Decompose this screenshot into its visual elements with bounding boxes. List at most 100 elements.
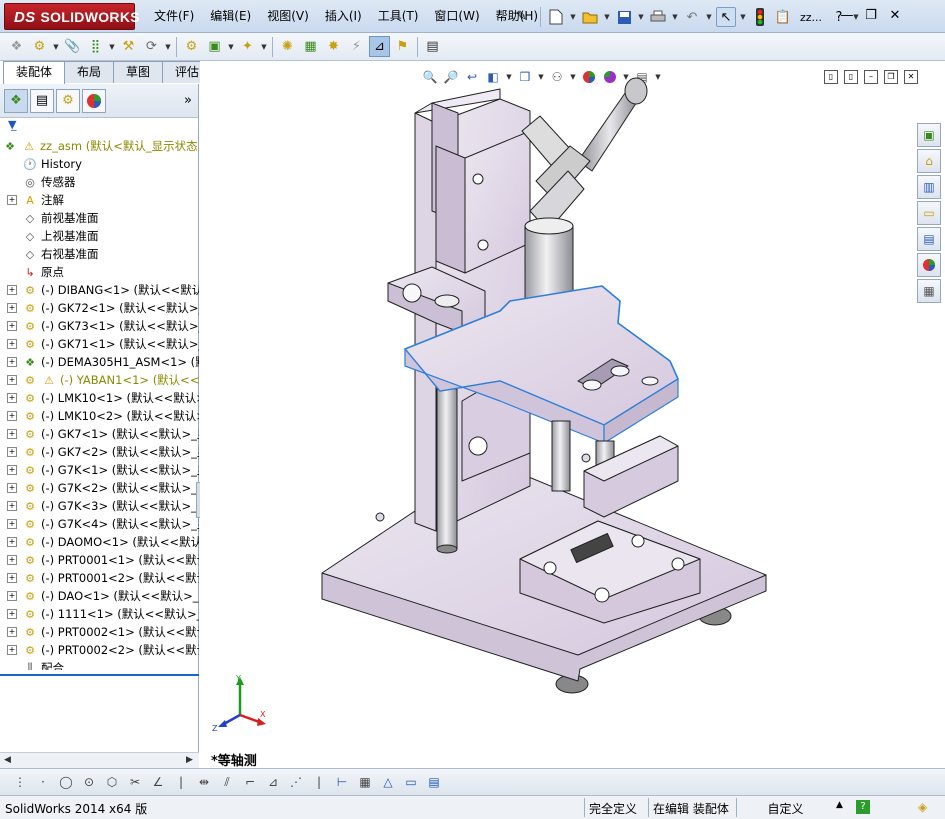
minimize-icon[interactable]: — (838, 7, 856, 25)
restore-icon[interactable]: ❐ (862, 7, 880, 25)
tag-icon[interactable]: ◈ (918, 800, 927, 814)
menu-file[interactable]: 文件(F) (146, 0, 202, 33)
quick-help-icon[interactable]: ? (856, 800, 870, 814)
tree-item[interactable]: 🕐 History (0, 155, 199, 173)
mate-icon[interactable]: ⚙ (29, 36, 50, 57)
pattern-dropdown-icon[interactable]: ▼ (108, 43, 116, 51)
reference-dropdown-icon[interactable]: ▼ (260, 43, 268, 51)
circle-icon[interactable]: ◯ (56, 772, 76, 792)
assembly-model-3d[interactable] (200, 61, 945, 768)
print-icon[interactable] (648, 7, 668, 27)
configurationmanager-tab-icon[interactable]: ⚙ (56, 88, 80, 113)
expand-icon[interactable]: + (7, 483, 17, 493)
bill-of-materials-icon[interactable]: ▦ (300, 36, 321, 57)
insert-components-icon[interactable]: ❖ (6, 36, 27, 57)
tree-item[interactable]: ◇ 上视基准面 (0, 227, 199, 245)
tree-item[interactable]: ◇ 前视基准面 (0, 209, 199, 227)
expand-icon[interactable]: + (7, 339, 17, 349)
expand-icon[interactable]: + (7, 195, 17, 205)
tree-item[interactable]: + ⚙ (-) PRT0002<1> (默认<<默认 (0, 623, 199, 641)
graphics-area[interactable]: 🔍 🔎 ↩ ◧ ▼ ❒ ▼ ⚇ ▼ ▼ ▤ ▼ ▯ ▯ – ❐ ✕ ▣ ⌂ ▥ … (200, 61, 945, 769)
expand-icon[interactable]: + (7, 645, 17, 655)
menu-edit[interactable]: 编辑(E) (202, 0, 259, 33)
expand-icon[interactable]: + (7, 537, 17, 547)
new-dropdown-icon[interactable]: ▼ (569, 13, 577, 21)
save-dropdown-icon[interactable]: ▼ (637, 13, 645, 21)
move-component-icon[interactable]: ⟳ (141, 36, 162, 57)
tree-item[interactable]: + ⚙ (-) PRT0001<1> (默认<<默认 (0, 551, 199, 569)
new-motion-study-icon[interactable]: ✺ (277, 36, 298, 57)
home-icon[interactable]: ⌂ (917, 149, 941, 173)
tree-item[interactable]: + ⚙ (-) DAO<1> (默认<<默认>_显 (0, 587, 199, 605)
trim-icon[interactable]: ✂ (125, 772, 145, 792)
center-circle-icon[interactable]: ⊙ (79, 772, 99, 792)
reference-geometry-icon[interactable]: ✦ (237, 36, 258, 57)
update-speedpak-icon[interactable]: ⚑ (392, 36, 413, 57)
propertymanager-tab-icon[interactable]: ▤ (30, 88, 54, 113)
appearances-icon[interactable] (917, 253, 941, 277)
tree-root-assembly[interactable]: ❖ ⚠ zz_asm (默认<默认_显示状态 (0, 137, 199, 155)
tree-item[interactable]: ⫴ 配合 (0, 659, 199, 670)
tree-item[interactable]: ◎ 传感器 (0, 173, 199, 191)
expand-icon[interactable]: + (7, 465, 17, 475)
expand-icon[interactable]: + (7, 609, 17, 619)
tree-item[interactable]: + ⚙ (-) PRT0002<2> (默认<<默认 (0, 641, 199, 659)
undo-dropdown-icon[interactable]: ▼ (705, 13, 713, 21)
table-icon[interactable]: ▤ (424, 772, 444, 792)
expand-icon[interactable]: + (7, 393, 17, 403)
expand-icon[interactable]: + (7, 303, 17, 313)
file-explorer-icon[interactable]: ▭ (917, 201, 941, 225)
polygon-icon[interactable]: ⬡ (102, 772, 122, 792)
show-hidden-icon[interactable]: ⚙ (181, 36, 202, 57)
view-palette-icon[interactable]: ▤ (917, 227, 941, 251)
undo-icon[interactable]: ↶ (682, 7, 702, 27)
solidworks-resources-icon[interactable]: ▣ (917, 123, 941, 147)
close-icon[interactable]: ✕ (886, 7, 904, 25)
expand-icon[interactable]: + (7, 555, 17, 565)
scroll-right-icon[interactable]: ▶ (186, 755, 193, 765)
menu-tools[interactable]: 工具(T) (370, 0, 427, 33)
menu-insert[interactable]: 插入(I) (317, 0, 370, 33)
tab-sketch[interactable]: 草图 (113, 61, 164, 83)
smart-fasteners-icon[interactable]: ⚒ (118, 36, 139, 57)
featuremanager-tab-icon[interactable]: ❖ (4, 88, 28, 113)
expand-icon[interactable]: + (7, 321, 17, 331)
offset-icon[interactable]: ⫽ (217, 772, 237, 792)
select-dropdown-icon[interactable]: ▼ (739, 13, 747, 21)
tree-item[interactable]: + ⚙ (-) GK73<1> (默认<<默认>_显 (0, 317, 199, 335)
expand-icon[interactable]: + (7, 627, 17, 637)
rebuild-traffic-light-icon[interactable] (750, 7, 770, 27)
expand-icon[interactable]: + (7, 357, 17, 367)
tree-item[interactable]: + ⚙ (-) GK72<1> (默认<<默认>_显 (0, 299, 199, 317)
tree-item[interactable]: + A 注解 (0, 191, 199, 209)
point-icon[interactable]: · (33, 772, 53, 792)
angle-icon[interactable]: ∠ (148, 772, 168, 792)
take-snapshot-icon[interactable]: ▤ (422, 36, 443, 57)
move-dropdown-icon[interactable]: ▼ (164, 43, 172, 51)
instant3d-icon[interactable]: ⊿ (369, 36, 390, 57)
expand-icon[interactable]: + (7, 573, 17, 583)
design-library-icon[interactable]: ▥ (917, 175, 941, 199)
triangle-icon[interactable]: △ (378, 772, 398, 792)
tree-item[interactable]: + ⚙ (-) PRT0001<2> (默认<<默认 (0, 569, 199, 587)
save-icon[interactable] (614, 7, 634, 27)
new-document-icon[interactable] (546, 7, 566, 27)
expand-icon[interactable]: + (7, 519, 17, 529)
expand-panel-icon[interactable]: » (184, 93, 192, 108)
tree-item[interactable]: + ⚙ (-) LMK10<1> (默认<<默认>_ (0, 389, 199, 407)
tree-item[interactable]: + ⚙ (-) GK7<1> (默认<<默认>_显 (0, 425, 199, 443)
smart-dimension-icon[interactable]: ⋰ (286, 772, 306, 792)
expand-icon[interactable]: + (7, 501, 17, 511)
exploded-view-icon[interactable]: ✸ (323, 36, 344, 57)
expand-icon[interactable]: + (7, 429, 17, 439)
dimension-icon[interactable]: ⊢ (332, 772, 352, 792)
solidworks-logo[interactable]: DS SOLIDWORKS (4, 3, 140, 30)
explode-line-icon[interactable]: ⚡ (346, 36, 367, 57)
tree-item[interactable]: ↳ 原点 (0, 263, 199, 281)
chamfer-icon[interactable]: ⊿ (263, 772, 283, 792)
tree-item[interactable]: + ⚙ ⚠ (-) YABAN1<1> (默认<<默 (0, 371, 199, 389)
tree-item[interactable]: + ⚙ (-) G7K<3> (默认<<默认>_显 (0, 497, 199, 515)
filter-icon[interactable]: ▼̲ (0, 118, 198, 134)
file-properties-icon[interactable]: 📋 (773, 7, 793, 27)
displaymanager-tab-icon[interactable] (82, 88, 106, 113)
